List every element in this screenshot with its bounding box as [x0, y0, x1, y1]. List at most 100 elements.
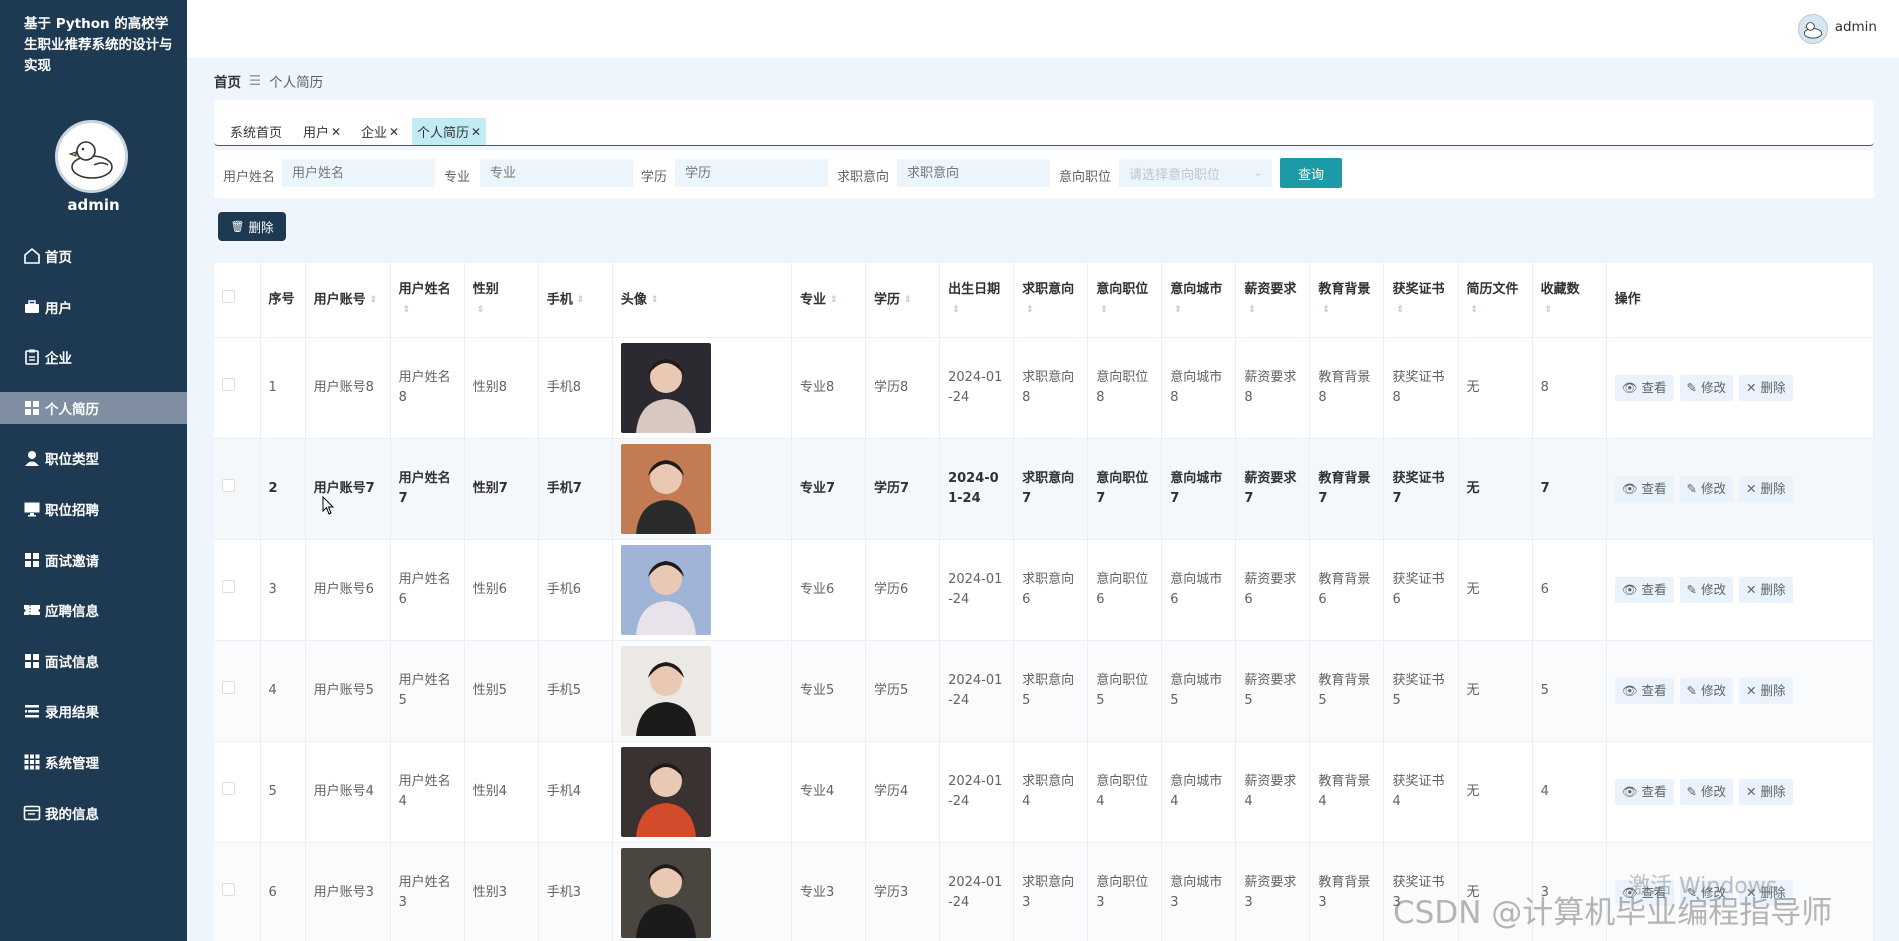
search-button[interactable]: 查询 [1280, 158, 1342, 188]
row-checkbox[interactable] [222, 377, 235, 391]
column-header[interactable]: 学历 ⇕ [865, 263, 941, 338]
sidebar-item-0[interactable]: 首页 [0, 240, 187, 272]
sidebar-item-9[interactable]: 录用结果 [0, 695, 187, 727]
edit-button[interactable]: ✎ 修改 [1679, 677, 1734, 704]
table-header-row: 序号 用户账号 ⇕ 用户姓名 ⇕ 性别 ⇕ 手机 ⇕ 头像 ⇕ 专业 ⇕ 学历 ⇕ 出生日期 ⇕ 求职意向 ⇕ 意向职… [214, 263, 1874, 338]
cell-account: 用户账号6 [305, 539, 391, 641]
tab-users[interactable]: 用户 ✕ [298, 118, 346, 145]
intention-filter-input[interactable] [897, 159, 1050, 187]
cell-background: 教育背景8 [1309, 337, 1385, 439]
education-filter-input[interactable] [675, 159, 828, 187]
close-icon[interactable]: ✕ [389, 125, 399, 139]
column-header[interactable]: 头像 ⇕ [612, 263, 792, 338]
tab-system-home[interactable]: 系统首页 [225, 118, 287, 145]
sort-icon[interactable]: ⇕ [477, 300, 485, 320]
edit-button[interactable]: ✎ 修改 [1679, 778, 1734, 805]
column-header[interactable]: 性别 ⇕ [464, 263, 539, 338]
view-button[interactable]: 👁 查看 [1614, 576, 1674, 603]
sidebar-item-3[interactable]: 个人简历 [0, 391, 187, 424]
sort-icon[interactable]: ⇕ [403, 300, 411, 320]
avatar-photo[interactable] [620, 746, 711, 837]
sort-icon[interactable]: ⇕ [952, 300, 960, 320]
sort-icon[interactable]: ⇕ [904, 290, 912, 310]
sort-icon[interactable]: ⇕ [1248, 300, 1256, 320]
close-icon[interactable]: ✕ [331, 125, 341, 139]
column-header[interactable]: 薪资要求 ⇕ [1235, 263, 1311, 338]
column-header[interactable]: 出生日期 ⇕ [939, 263, 1015, 338]
tab-resume[interactable]: 个人简历 ✕ [412, 118, 487, 145]
sidebar-item-6[interactable]: 面试邀请 [0, 544, 187, 576]
delete-button[interactable]: ✕ 删除 [1739, 576, 1793, 603]
column-header[interactable]: 获奖证书 ⇕ [1383, 263, 1459, 338]
cell-favorites: 6 [1532, 539, 1607, 641]
column-header[interactable]: 收藏数 ⇕ [1532, 263, 1607, 338]
row-checkbox[interactable] [222, 781, 235, 795]
delete-button[interactable]: ✕ 删除 [1739, 475, 1793, 502]
sidebar-item-7[interactable]: 应聘信息 [0, 594, 187, 626]
bulk-delete-button[interactable]: 🗑 删除 [218, 212, 286, 241]
sidebar-item-1[interactable]: 用户 [0, 291, 187, 323]
column-header-label: 操作 [1614, 291, 1641, 307]
column-header-label: 意向城市 [1170, 281, 1223, 297]
delete-button[interactable]: ✕ 删除 [1739, 778, 1793, 805]
row-checkbox[interactable] [222, 882, 235, 896]
column-header[interactable]: 手机 ⇕ [538, 263, 613, 338]
breadcrumb-home[interactable]: 首页 [214, 71, 241, 91]
sort-icon[interactable]: ⇕ [1100, 300, 1108, 320]
sidebar-item-label: 录用结果 [45, 705, 99, 722]
avatar-photo[interactable] [620, 544, 711, 635]
user-avatar[interactable] [1798, 14, 1828, 44]
sidebar-item-label: 应聘信息 [45, 604, 99, 621]
sort-icon[interactable]: ⇕ [1174, 300, 1182, 320]
sidebar-item-10[interactable]: 系统管理 [0, 746, 187, 778]
delete-button[interactable]: ✕ 删除 [1739, 374, 1793, 401]
avatar-photo[interactable] [620, 342, 711, 433]
column-header[interactable]: 用户账号 ⇕ [305, 263, 391, 338]
edit-button[interactable]: ✎ 修改 [1679, 576, 1734, 603]
sort-icon[interactable]: ⇕ [1322, 300, 1330, 320]
sidebar-item-2[interactable]: 企业 [0, 341, 187, 373]
column-header[interactable]: 简历文件 ⇕ [1458, 263, 1533, 338]
sort-icon[interactable]: ⇕ [1026, 300, 1034, 320]
column-header[interactable]: 教育背景 ⇕ [1309, 263, 1385, 338]
sidebar-item-5[interactable]: 职位招聘 [0, 493, 187, 525]
row-checkbox[interactable] [222, 579, 235, 593]
row-checkbox[interactable] [222, 680, 235, 694]
sidebar-item-4[interactable]: 职位类型 [0, 442, 187, 474]
sort-icon[interactable]: ⇕ [651, 290, 659, 310]
sidebar-item-8[interactable]: 面试信息 [0, 645, 187, 677]
close-icon[interactable]: ✕ [471, 125, 481, 139]
sort-icon[interactable]: ⇕ [1545, 300, 1553, 320]
view-button[interactable]: 👁 查看 [1614, 475, 1674, 502]
position-filter-select[interactable]: 请选择意向职位 ⌄ [1119, 159, 1272, 187]
header-username[interactable]: admin [1835, 19, 1877, 35]
edit-button[interactable]: ✎ 修改 [1679, 374, 1734, 401]
column-header[interactable]: 专业 ⇕ [791, 263, 867, 338]
select-all-checkbox[interactable] [222, 289, 235, 303]
column-header-label: 学历 [874, 292, 901, 307]
column-header[interactable]: 求职意向 ⇕ [1013, 263, 1089, 338]
view-button[interactable]: 👁 查看 [1614, 778, 1674, 805]
view-button[interactable]: 👁 查看 [1614, 677, 1674, 704]
sort-icon[interactable]: ⇕ [577, 290, 585, 310]
column-header[interactable]: 用户姓名 ⇕ [390, 263, 465, 338]
view-button[interactable]: 👁 查看 [1614, 374, 1674, 401]
major-filter-input[interactable] [480, 159, 633, 187]
avatar-photo[interactable] [620, 443, 711, 534]
avatar[interactable] [55, 120, 128, 193]
column-header[interactable]: 意向城市 ⇕ [1161, 263, 1237, 338]
sort-icon[interactable]: ⇕ [370, 290, 378, 310]
sort-icon[interactable]: ⇕ [1396, 300, 1404, 320]
avatar-photo[interactable] [620, 847, 711, 938]
sort-icon[interactable]: ⇕ [1471, 300, 1479, 320]
edit-button[interactable]: ✎ 修改 [1679, 475, 1734, 502]
sort-icon[interactable]: ⇕ [830, 290, 838, 310]
avatar-photo[interactable] [620, 645, 711, 736]
delete-button[interactable]: ✕ 删除 [1739, 677, 1793, 704]
cell-major: 专业8 [791, 337, 867, 439]
sidebar-item-11[interactable]: 我的信息 [0, 797, 187, 829]
column-header[interactable]: 意向职位 ⇕ [1087, 263, 1163, 338]
name-filter-input[interactable] [282, 159, 435, 187]
tab-company[interactable]: 企业 ✕ [356, 118, 404, 145]
row-checkbox[interactable] [222, 478, 235, 492]
